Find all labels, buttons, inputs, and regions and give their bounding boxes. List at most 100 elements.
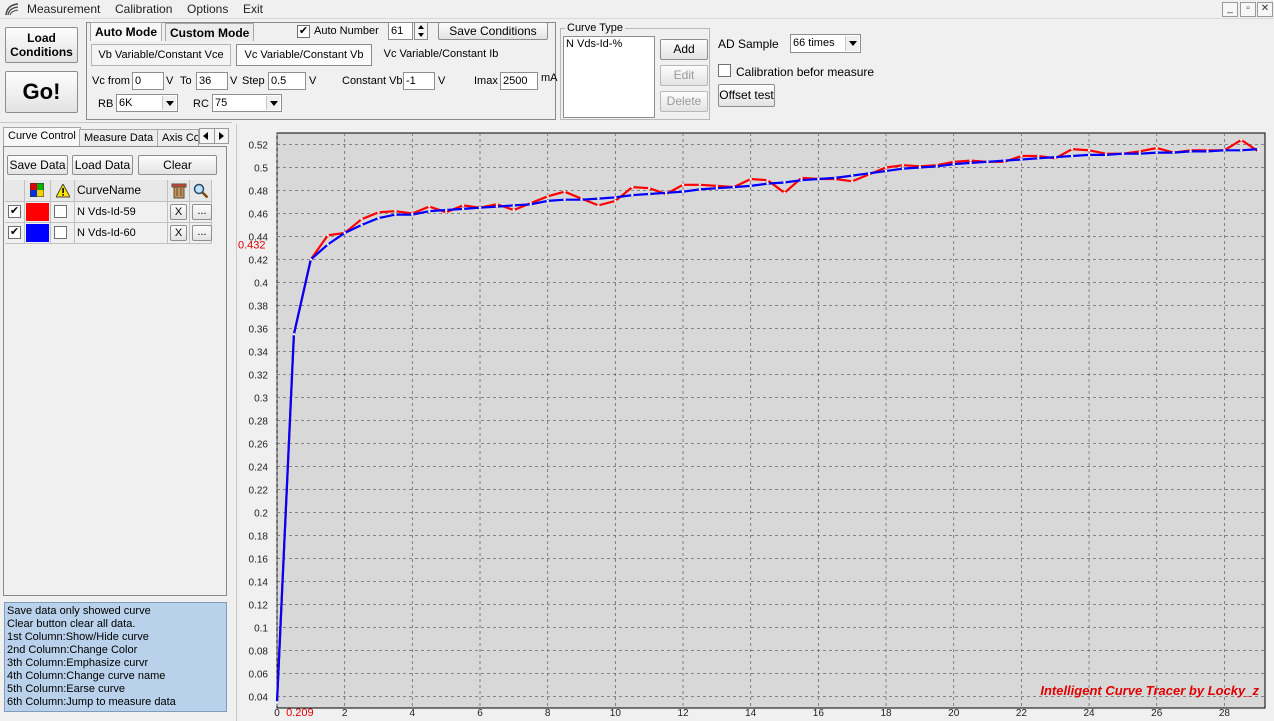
- rb-select[interactable]: 6K: [116, 94, 178, 112]
- constant-vb-field[interactable]: -1: [403, 72, 435, 90]
- calibration-checkbox[interactable]: [718, 64, 731, 77]
- chevron-right-icon[interactable]: [219, 132, 224, 140]
- clear-button[interactable]: Clear: [138, 155, 217, 175]
- subtab-vc-variable-ib[interactable]: Vc Variable/Constant Ib: [377, 44, 505, 66]
- data-point: [1070, 147, 1074, 151]
- menu-measurement[interactable]: Measurement: [27, 2, 100, 16]
- minimize-button[interactable]: _: [1222, 2, 1238, 17]
- data-point: [1037, 157, 1040, 160]
- curve-type-item[interactable]: N Vds-Id-%: [564, 37, 654, 51]
- x-tick-label: 28: [1219, 708, 1231, 719]
- curve-type-list[interactable]: N Vds-Id-%: [563, 36, 655, 118]
- data-point: [800, 179, 803, 182]
- x-tick-label: 10: [610, 708, 622, 719]
- step-field[interactable]: 0.5: [268, 72, 306, 90]
- curve-name-cell[interactable]: N Vds-Id-59: [75, 202, 168, 223]
- data-point: [495, 205, 499, 208]
- save-data-button[interactable]: Save Data: [7, 155, 68, 175]
- data-point: [715, 187, 719, 190]
- rc-select[interactable]: 75: [212, 94, 282, 112]
- menu-calibration[interactable]: Calibration: [115, 2, 172, 16]
- data-point: [377, 216, 380, 220]
- watermark-text: Intelligent Curve Tracer by Locky_z: [1040, 683, 1259, 698]
- subtab-vb-variable[interactable]: Vb Variable/Constant Vce: [91, 44, 231, 66]
- help-line: 1st Column:Show/Hide curve: [7, 631, 149, 643]
- x-tick-label: 22: [1016, 708, 1028, 719]
- emphasize-checkbox[interactable]: [54, 205, 67, 218]
- auto-number-spinner[interactable]: [414, 22, 428, 40]
- erase-column-header: [168, 180, 190, 202]
- load-conditions-button[interactable]: Load Conditions: [5, 27, 78, 63]
- jump-to-data-button[interactable]: ...: [192, 225, 212, 241]
- data-point: [428, 205, 431, 208]
- data-point: [292, 333, 296, 336]
- tab-scroller[interactable]: [199, 128, 229, 144]
- x-tick-label: 6: [477, 708, 483, 719]
- curve-table: CurveName ✔ N Vds-Id-59 X ... ✔ N Vds-Id…: [5, 180, 212, 244]
- save-conditions-button[interactable]: Save Conditions: [438, 22, 548, 40]
- jump-to-data-button[interactable]: ...: [192, 204, 212, 220]
- data-point: [969, 161, 972, 165]
- to-label: To: [180, 75, 192, 87]
- ad-sample-select[interactable]: 66 times: [790, 34, 861, 53]
- color-cell: [25, 223, 51, 244]
- data-point: [766, 179, 769, 182]
- vc-from-field[interactable]: 0: [132, 72, 164, 90]
- emphasize-checkbox[interactable]: [54, 226, 67, 239]
- y-tick-label: 0.42: [249, 256, 269, 267]
- x-tick-label: 4: [410, 708, 416, 719]
- show-curve-checkbox[interactable]: ✔: [8, 226, 21, 239]
- erase-curve-button[interactable]: X: [170, 204, 187, 220]
- data-point: [326, 243, 329, 246]
- erase-curve-button[interactable]: X: [170, 225, 187, 241]
- help-line: Clear button clear all data.: [7, 618, 136, 630]
- data-point: [411, 213, 414, 216]
- tab-custom-mode[interactable]: Custom Mode: [165, 23, 255, 41]
- imax-unit: mA: [541, 72, 558, 84]
- subtab-vc-variable-vb[interactable]: Vc Variable/Constant Vb: [236, 44, 372, 66]
- data-point: [952, 160, 955, 163]
- data-point: [1037, 154, 1040, 158]
- chevron-left-icon[interactable]: [203, 132, 208, 140]
- edit-button[interactable]: Edit: [660, 65, 708, 86]
- load-data-button[interactable]: Load Data: [72, 155, 133, 175]
- close-button[interactable]: ✕: [1257, 2, 1273, 17]
- palette-icon: [30, 183, 44, 197]
- tab-measure-data[interactable]: Measure Data: [79, 129, 159, 146]
- data-point: [986, 160, 989, 163]
- tab-auto-mode[interactable]: Auto Mode: [90, 22, 162, 41]
- data-point: [495, 203, 499, 206]
- data-point: [1206, 150, 1209, 153]
- data-point: [783, 191, 786, 194]
- auto-number-checkbox[interactable]: ✔: [297, 25, 310, 38]
- delete-button[interactable]: Delete: [660, 91, 708, 112]
- data-point: [597, 204, 600, 207]
- curve-name-cell[interactable]: N Vds-Id-60: [75, 223, 168, 244]
- show-curve-checkbox[interactable]: ✔: [8, 205, 21, 218]
- x-tick-label: 16: [813, 708, 825, 719]
- curve-color-swatch[interactable]: [26, 224, 49, 242]
- y-tick-label: 0.26: [249, 440, 269, 451]
- tab-axis-control[interactable]: Axis Co: [157, 129, 199, 146]
- data-point: [648, 192, 651, 196]
- tab-curve-control[interactable]: Curve Control: [3, 127, 81, 146]
- menu-exit[interactable]: Exit: [243, 2, 263, 16]
- imax-field[interactable]: 2500: [500, 72, 538, 90]
- add-button[interactable]: Add: [660, 39, 708, 60]
- y-tick-label: 0.08: [249, 647, 269, 658]
- menu-options[interactable]: Options: [187, 2, 228, 16]
- y-tick-label: 0.36: [249, 325, 269, 336]
- curve-color-swatch[interactable]: [26, 203, 49, 221]
- restore-button[interactable]: ▫: [1240, 2, 1256, 17]
- go-button[interactable]: Go!: [5, 71, 78, 113]
- calibration-label: Calibration befor measure: [736, 65, 875, 79]
- to-field[interactable]: 36: [196, 72, 228, 90]
- data-point: [478, 206, 482, 209]
- offset-test-button[interactable]: Offset test: [718, 84, 775, 107]
- data-point: [867, 172, 871, 175]
- data-point: [1020, 158, 1023, 161]
- auto-number-field[interactable]: 61: [388, 22, 413, 40]
- trash-icon: [171, 183, 187, 199]
- x-tick-label: 18: [880, 708, 892, 719]
- curve-chart[interactable]: 0.04 0.06 0.08 0.1 0.12 0.14 0.16 0.18 0.2 0.22 0.…: [236, 124, 1272, 720]
